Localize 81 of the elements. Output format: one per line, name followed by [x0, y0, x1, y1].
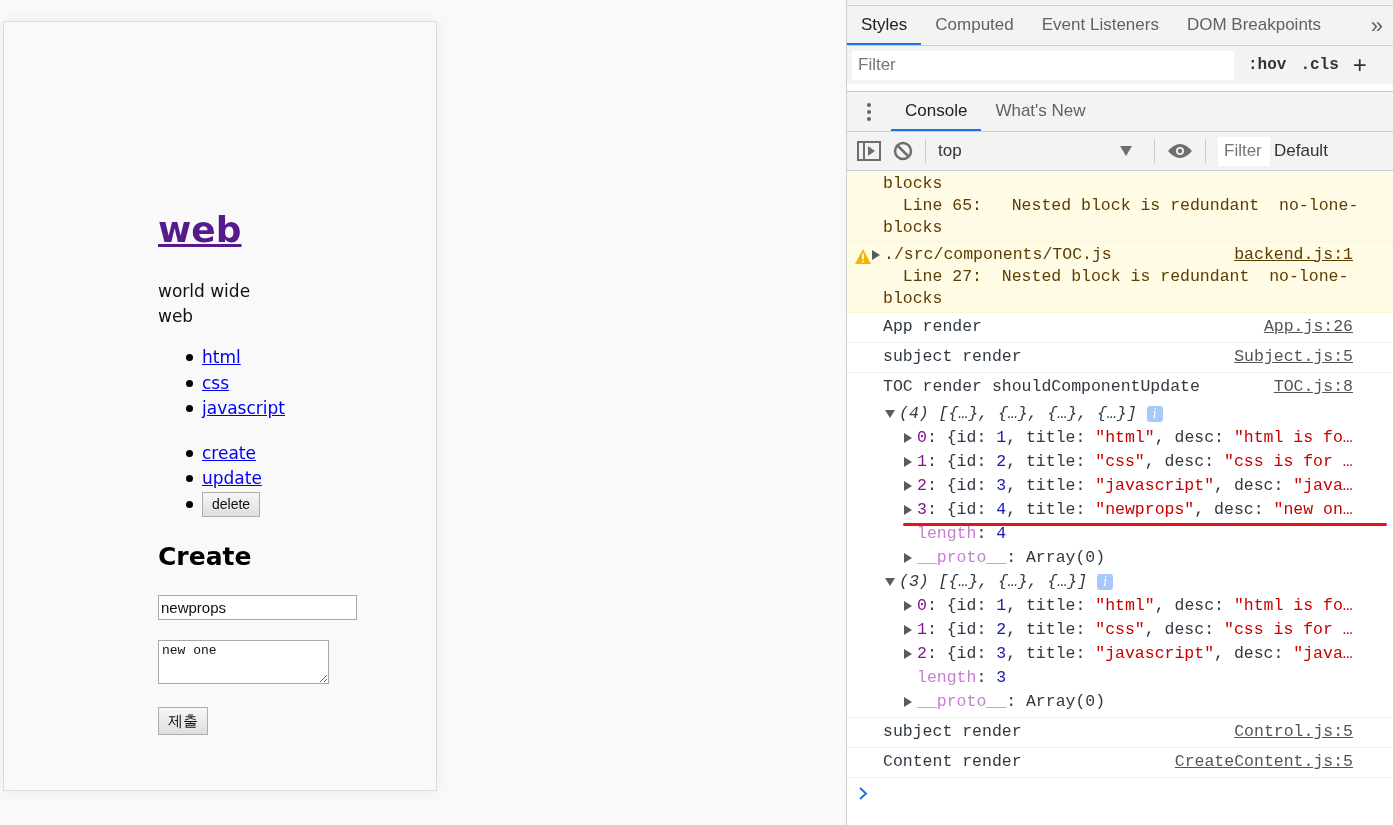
source-link[interactable]: backend.js:1 [1234, 242, 1353, 268]
site-description: world wide web [158, 280, 252, 328]
submit-button[interactable]: 제출 [158, 707, 208, 735]
source-link[interactable]: Subject.js:5 [1234, 345, 1353, 370]
styles-tab[interactable]: DOM Breakpoints [1172, 6, 1336, 45]
array-summary[interactable]: (4) [{…}, {…}, {…}, {…}] [899, 401, 1137, 427]
warning-text: Line 65: Nested block is redundant no-lone- [901, 195, 1359, 217]
title-input-field[interactable]: newprops [158, 595, 357, 620]
sidebar-toggle-icon[interactable] [857, 141, 881, 161]
array-entry[interactable]: 3: {id: 4, title: "newprops", desc: "new on… [917, 497, 1353, 523]
source-link[interactable]: CreateContent.js:5 [1174, 750, 1353, 775]
caret-icon[interactable] [903, 481, 913, 491]
warning-text: Line 27: Nested block is redundant no-lone- [901, 266, 1350, 288]
log-text: TOC render shouldComponentUpdate [883, 376, 1200, 399]
array-entry[interactable]: 1: {id: 2, title: "css", desc: "css is for … [917, 449, 1353, 475]
array-entry[interactable]: 2: {id: 3, title: "javascript", desc: "java… [917, 641, 1353, 667]
bullet-icon [186, 500, 193, 508]
warning-title[interactable]: ./src/components/TOC.js [884, 242, 1112, 268]
toc-link[interactable]: css [202, 370, 230, 396]
toc-link[interactable]: javascript [202, 396, 285, 422]
caret-icon[interactable] [885, 577, 895, 587]
array-entry[interactable]: 1: {id: 2, title: "css", desc: "css is for … [917, 617, 1353, 643]
bullet-icon [186, 379, 193, 387]
new-rule-button[interactable]: + [1352, 53, 1367, 77]
description-input-field[interactable]: new one [158, 640, 329, 684]
context-dropdown[interactable]: top [938, 138, 1142, 164]
styles-tab[interactable]: Event Listeners [1027, 6, 1173, 45]
warning-icon [855, 249, 871, 264]
warning-text: blocks [883, 217, 944, 239]
mode-link[interactable]: update [202, 466, 262, 492]
caret-icon[interactable] [871, 250, 881, 260]
caret-icon[interactable] [885, 409, 895, 419]
array-summary[interactable]: (3) [{…}, {…}, {…}] [899, 569, 1088, 595]
source-link[interactable]: Control.js:5 [1234, 720, 1353, 745]
console-filter-field[interactable]: Filter [1218, 136, 1270, 166]
bullet-icon [186, 405, 193, 413]
proto-property[interactable]: __proto__: Array(0) [917, 545, 1106, 571]
info-badge: i [1146, 406, 1163, 422]
delete-button[interactable]: delete [202, 491, 261, 517]
toc-link[interactable]: html [202, 345, 241, 371]
caret-icon[interactable] [903, 697, 913, 707]
hover-state-toggle[interactable]: :hov [1248, 53, 1287, 77]
caret-icon[interactable] [903, 433, 913, 443]
more-tabs-button[interactable]: » [1360, 6, 1393, 45]
menu-icon[interactable] [867, 102, 871, 121]
clear-console-icon[interactable] [893, 141, 913, 161]
caret-icon[interactable] [903, 457, 913, 467]
site-heading-link[interactable]: web [158, 205, 242, 255]
bullet-icon [186, 475, 193, 483]
styles-filter-field[interactable]: Filter [852, 50, 1234, 80]
bullet-icon [186, 449, 193, 457]
array-entry[interactable]: 0: {id: 1, title: "html", desc: "html is fo… [917, 425, 1353, 451]
mode-link[interactable]: create [202, 440, 256, 466]
info-badge: i [1097, 574, 1114, 590]
warning-text: blocks [883, 288, 944, 310]
eye-icon[interactable] [1167, 143, 1193, 159]
array-entry[interactable]: 2: {id: 3, title: "javascript", desc: "java… [917, 473, 1353, 499]
log-levels-dropdown[interactable]: Default [1274, 138, 1328, 164]
log-text: subject render [883, 346, 1022, 369]
source-link[interactable]: App.js:26 [1263, 315, 1353, 340]
bullet-icon [186, 354, 193, 362]
log-text: subject render [883, 721, 1022, 744]
class-toggle[interactable]: .cls [1300, 53, 1339, 77]
dropdown-caret-icon [1120, 146, 1132, 156]
source-link[interactable]: TOC.js:8 [1273, 375, 1353, 400]
log-text: App render [883, 316, 983, 339]
length-property: length: 4 [917, 522, 1007, 545]
styles-tab[interactable]: Computed [921, 6, 1028, 45]
caret-icon[interactable] [903, 505, 913, 515]
length-property: length: 3 [917, 666, 1007, 689]
form-heading: Create [158, 541, 252, 573]
caret-icon[interactable] [903, 649, 913, 659]
array-entry[interactable]: 0: {id: 1, title: "html", desc: "html is fo… [917, 593, 1353, 619]
caret-icon[interactable] [903, 601, 913, 611]
log-text: Content render [883, 751, 1022, 774]
caret-icon[interactable] [903, 553, 913, 563]
caret-icon[interactable] [903, 625, 913, 635]
warning-text: blocks [883, 173, 944, 195]
drawer-tab[interactable]: What's New [981, 92, 1100, 131]
prompt-icon[interactable] [859, 786, 868, 800]
proto-property[interactable]: __proto__: Array(0) [917, 689, 1106, 715]
